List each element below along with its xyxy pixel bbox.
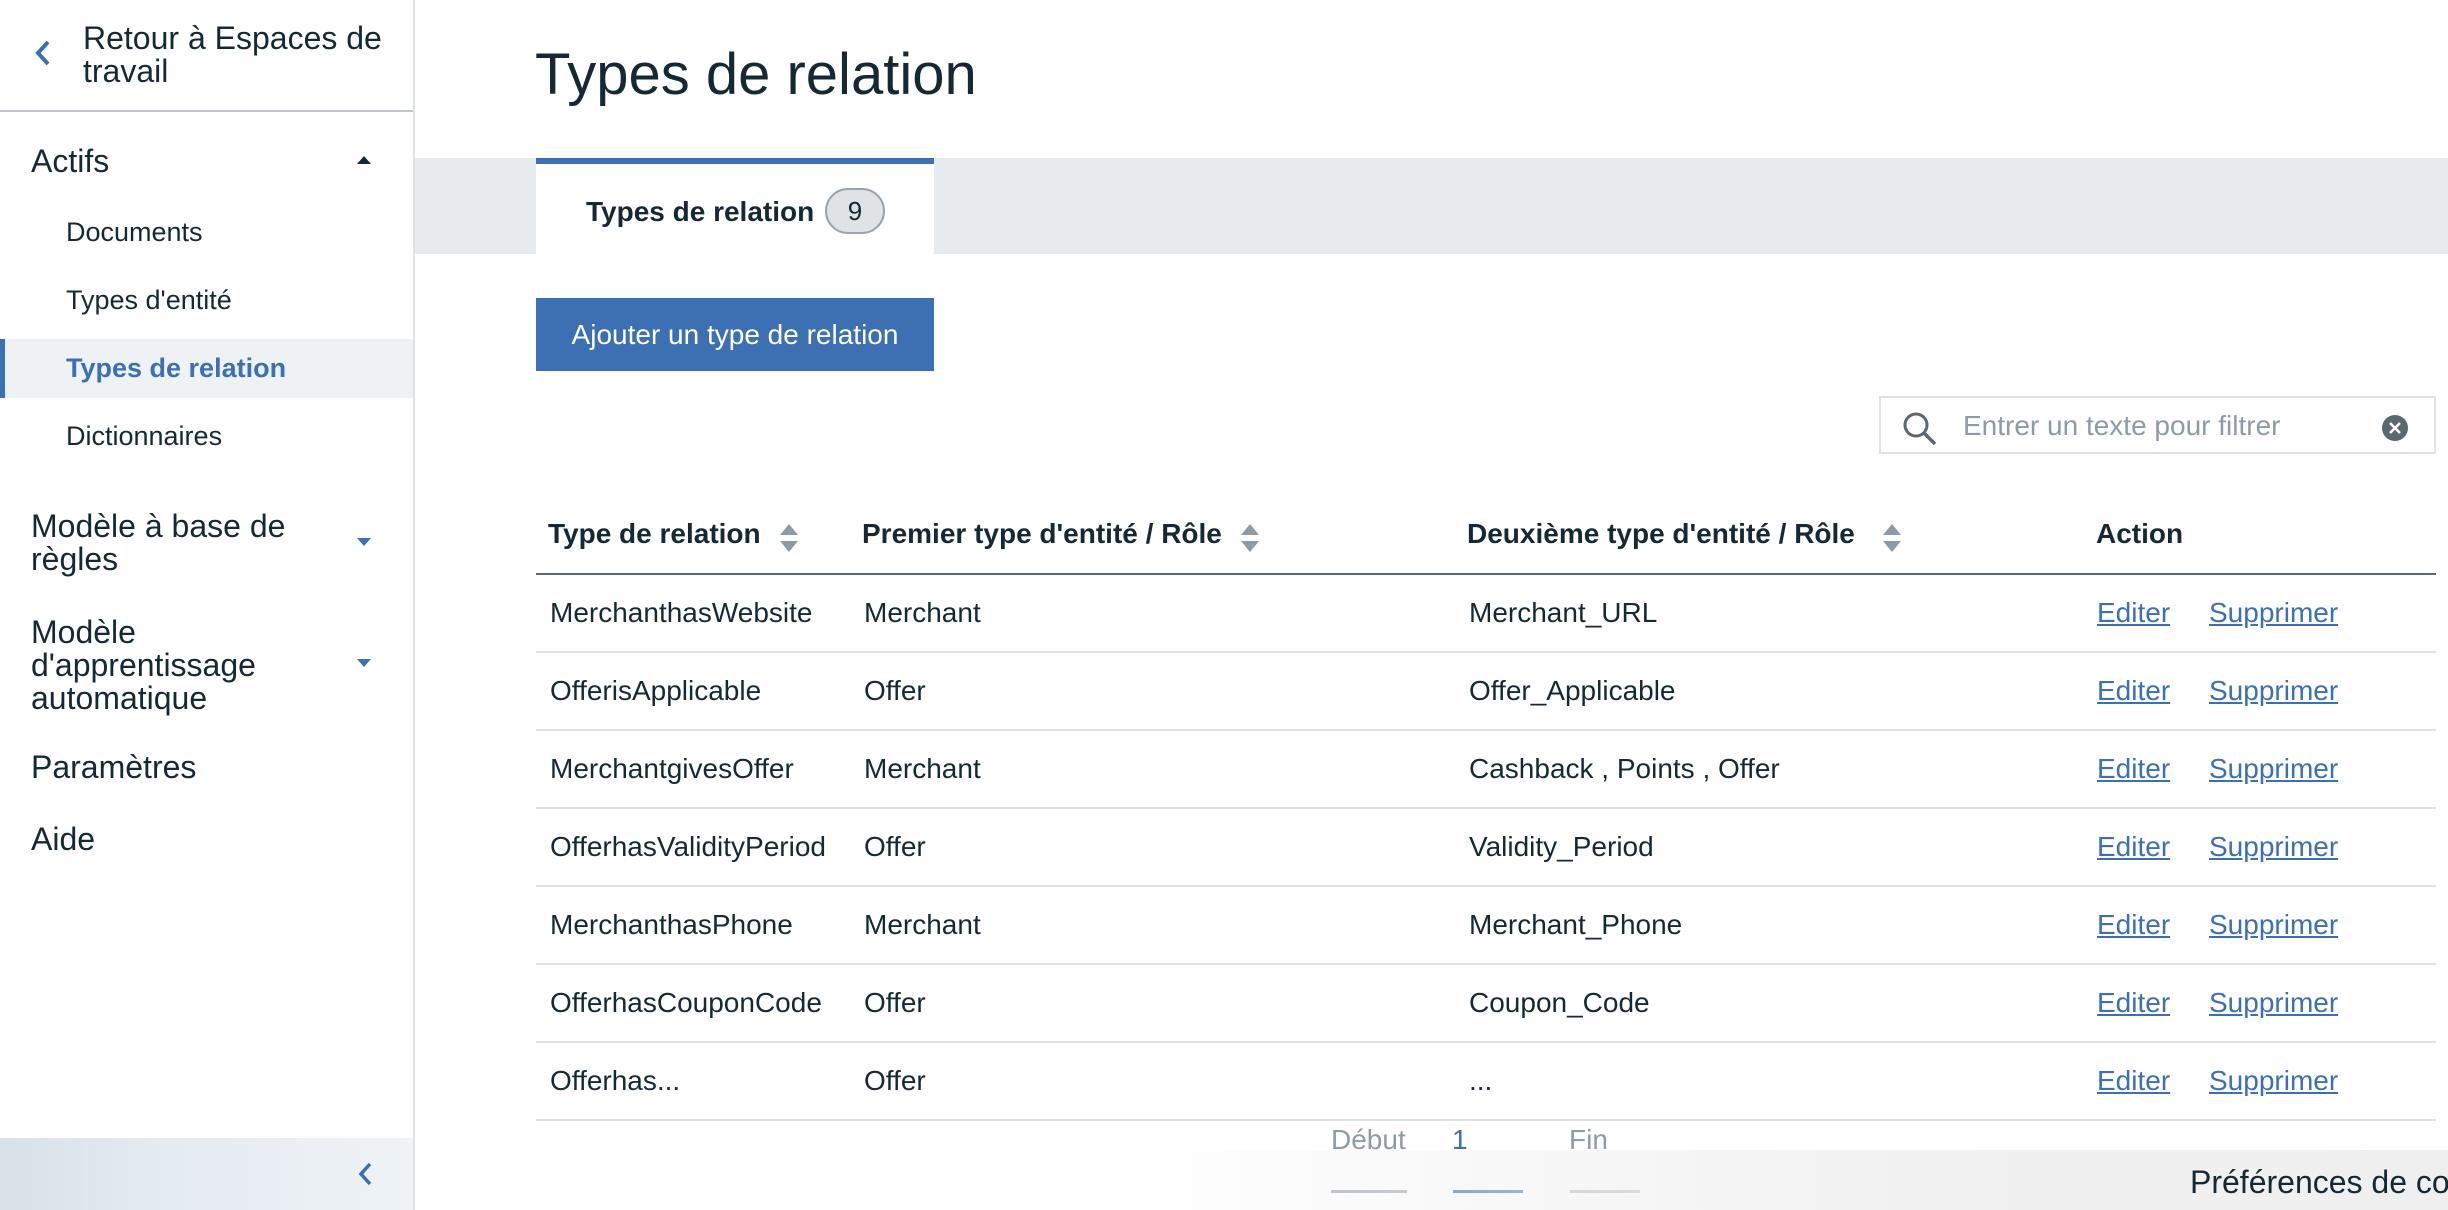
back-to-workspaces-link[interactable]: Retour à Espaces de travail (0, 0, 413, 112)
count-badge: 9 (825, 188, 885, 234)
sidebar-item-documents[interactable]: Documents (66, 217, 203, 247)
sort-icon[interactable] (1240, 522, 1260, 554)
header-second-entity-role[interactable]: Deuxième type d'entité / Rôle (1467, 518, 1855, 550)
cell-second-entity: Coupon_Code (1469, 987, 1650, 1018)
table-body: MerchanthasWebsite Merchant Merchant_URL… (536, 575, 2436, 1147)
sort-icon[interactable] (779, 522, 799, 554)
sidebar-item-dictionaries[interactable]: Dictionnaires (66, 421, 222, 451)
sort-icon[interactable] (1882, 522, 1902, 554)
search-icon (1903, 412, 1937, 446)
sidebar: Retour à Espaces de travail Actifs Docum… (0, 0, 415, 1210)
filter-input[interactable] (1963, 404, 2363, 448)
edit-link[interactable]: Editer (2097, 675, 2170, 707)
delete-link[interactable]: Supprimer (2209, 909, 2338, 941)
table-row: Offerhas... Offer ... Editer Supprimer (536, 1043, 2436, 1121)
delete-link[interactable]: Supprimer (2209, 1065, 2338, 1097)
header-relation-type[interactable]: Type de relation (548, 518, 761, 550)
cell-relation-type: MerchanthasPhone (550, 909, 793, 940)
cell-second-entity: Merchant_Phone (1469, 909, 1683, 940)
edit-link[interactable]: Editer (2097, 597, 2170, 629)
cell-relation-type: OfferhasValidityPeriod (550, 831, 826, 862)
cell-second-entity: Validity_Period (1469, 831, 1654, 862)
tab-relation-types[interactable]: Types de relation 9 (536, 158, 934, 254)
caret-up-icon[interactable] (356, 155, 372, 165)
table-row: MerchanthasPhone Merchant Merchant_Phone… (536, 887, 2436, 965)
table-header: Type de relation Premier type d'entité /… (536, 502, 2436, 575)
back-label: Retour à Espaces de travail (83, 20, 382, 89)
page-title: Types de relation (535, 42, 977, 107)
table-row: OfferhasValidityPeriod Offer Validity_Pe… (536, 809, 2436, 887)
cell-first-entity: Merchant (864, 909, 981, 940)
cell-first-entity: Merchant (864, 597, 981, 628)
header-first-entity-role[interactable]: Premier type d'entité / Rôle (862, 518, 1222, 550)
table-row: MerchantgivesOffer Merchant Cashback , P… (536, 731, 2436, 809)
cell-first-entity: Offer (864, 831, 926, 862)
relation-types-table: Type de relation Premier type d'entité /… (536, 502, 2436, 1147)
edit-link[interactable]: Editer (2097, 753, 2170, 785)
table-row: MerchanthasWebsite Merchant Merchant_URL… (536, 575, 2436, 653)
cell-first-entity: Offer (864, 987, 926, 1018)
sidebar-item-help[interactable]: Aide (31, 823, 331, 856)
sidebar-item-settings[interactable]: Paramètres (31, 751, 331, 784)
chevron-left-icon (358, 1162, 372, 1186)
chevron-left-icon (35, 40, 50, 66)
cookie-preferences-link[interactable]: Préférences de co (2190, 1164, 2448, 1201)
filter-search (1879, 396, 2436, 454)
caret-down-icon[interactable] (356, 537, 372, 547)
cell-second-entity: Cashback , Points , Offer (1469, 753, 1780, 784)
delete-link[interactable]: Supprimer (2209, 675, 2338, 707)
tab-label: Types de relation (586, 196, 815, 227)
sidebar-collapse-bar[interactable] (0, 1138, 413, 1210)
header-action: Action (2096, 518, 2184, 549)
clear-icon[interactable] (2381, 414, 2409, 442)
cell-relation-type: MerchanthasWebsite (550, 597, 813, 628)
delete-link[interactable]: Supprimer (2209, 831, 2338, 863)
cell-relation-type: Offerhas... (550, 1065, 681, 1096)
cell-relation-type: MerchantgivesOffer (550, 753, 794, 784)
cell-second-entity: Merchant_URL (1469, 597, 1658, 628)
section-actifs[interactable]: Actifs (31, 145, 331, 178)
delete-link[interactable]: Supprimer (2209, 987, 2338, 1019)
edit-link[interactable]: Editer (2097, 909, 2170, 941)
delete-link[interactable]: Supprimer (2209, 597, 2338, 629)
table-row: OfferhasCouponCode Offer Coupon_Code Edi… (536, 965, 2436, 1043)
section-ml-model[interactable]: Modèle d'apprentissage automatique (31, 616, 321, 715)
cell-first-entity: Merchant (864, 753, 981, 784)
edit-link[interactable]: Editer (2097, 831, 2170, 863)
edit-link[interactable]: Editer (2097, 1065, 2170, 1097)
table-row: OfferisApplicable Offer Offer_Applicable… (536, 653, 2436, 731)
caret-down-icon[interactable] (356, 658, 372, 668)
sidebar-item-relation-types[interactable]: Types de relation (66, 353, 286, 383)
cell-first-entity: Offer (864, 1065, 926, 1096)
edit-link[interactable]: Editer (2097, 987, 2170, 1019)
cell-second-entity: Offer_Applicable (1469, 675, 1676, 706)
cell-relation-type: OfferhasCouponCode (550, 987, 822, 1018)
delete-link[interactable]: Supprimer (2209, 753, 2338, 785)
sidebar-item-entity-types[interactable]: Types d'entité (66, 285, 232, 315)
add-relation-type-button[interactable]: Ajouter un type de relation (536, 298, 934, 371)
cell-first-entity: Offer (864, 675, 926, 706)
cell-second-entity: ... (1469, 1065, 1493, 1096)
cell-relation-type: OfferisApplicable (550, 675, 762, 706)
section-rules-model[interactable]: Modèle à base de règles (31, 510, 321, 576)
